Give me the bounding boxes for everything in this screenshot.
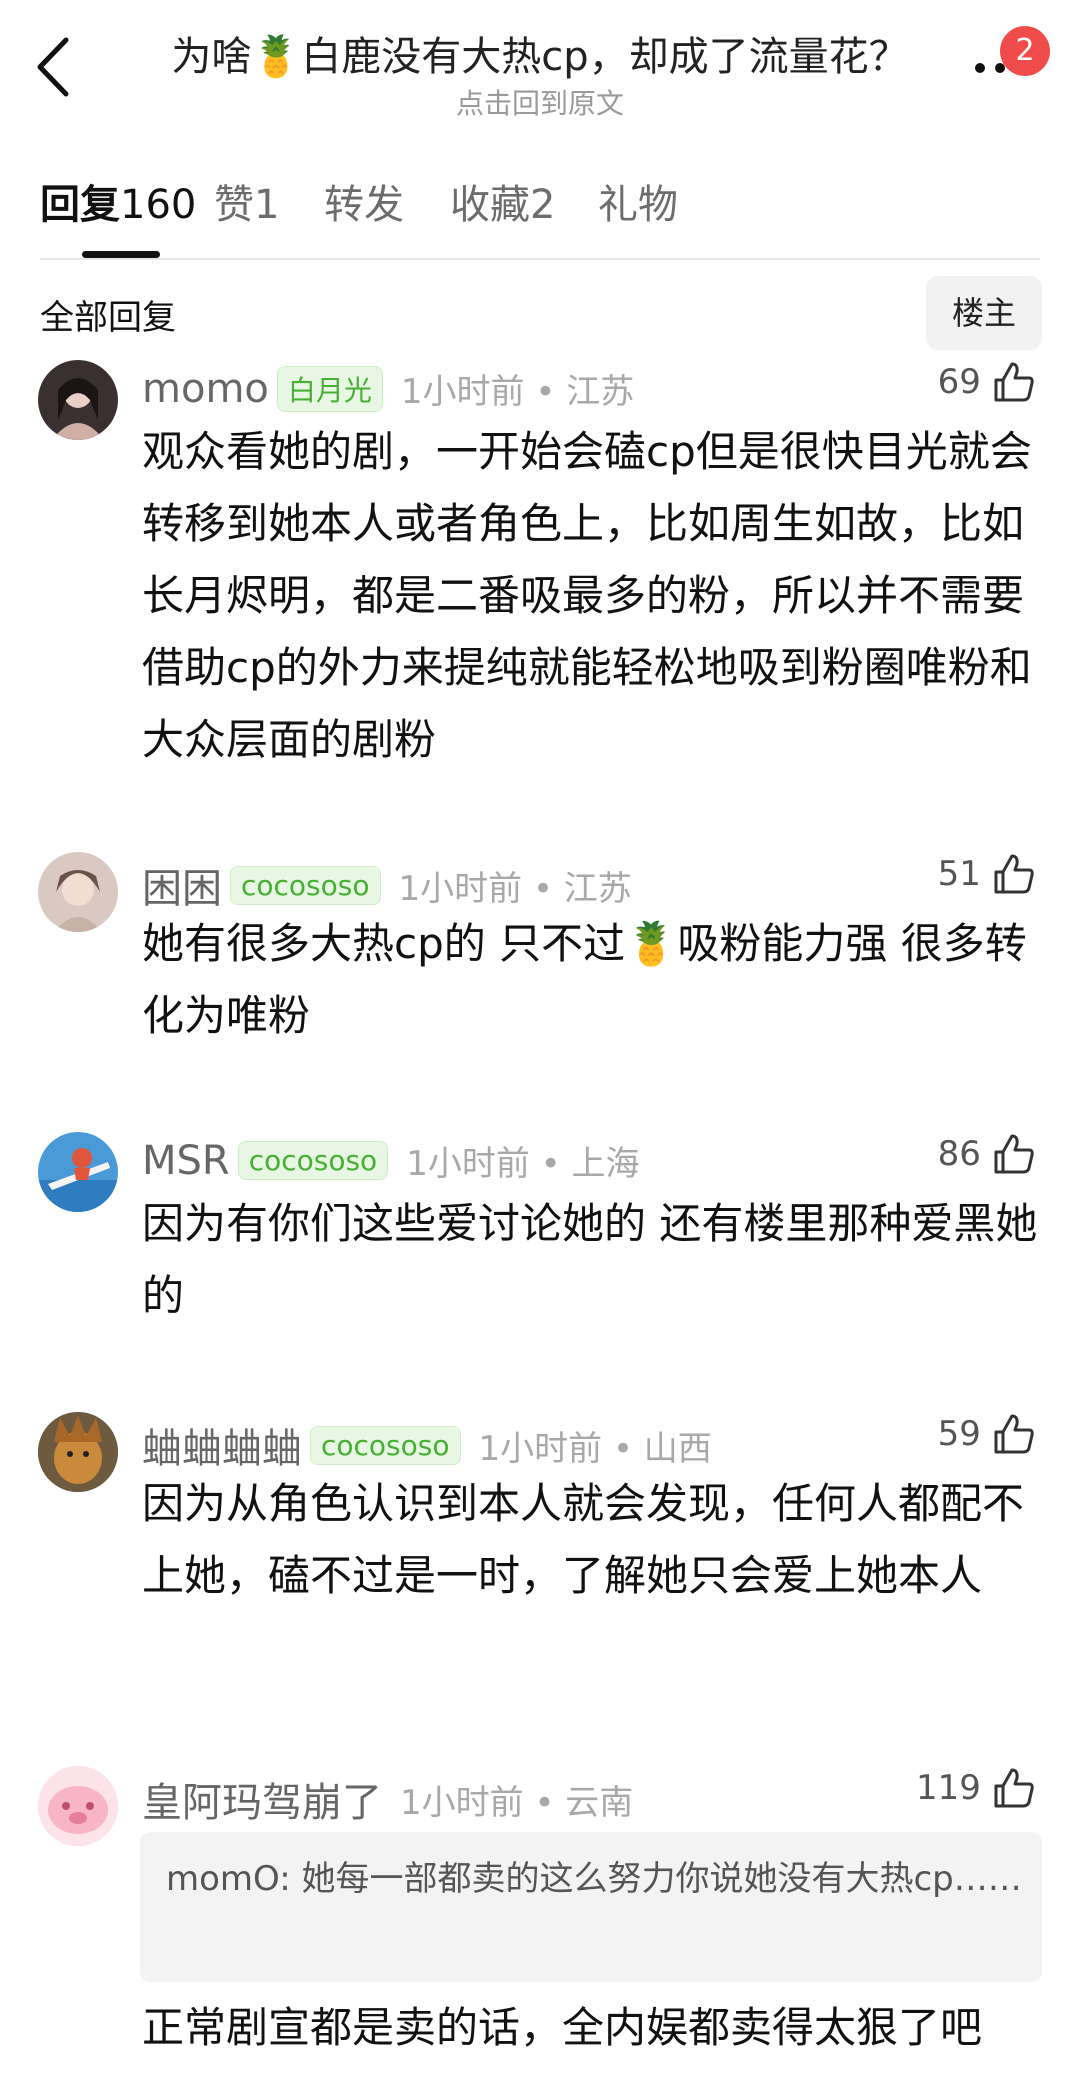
- comment-text: 因为从角色认识到本人就会发现，任何人都配不上她，磕不过是一时，了解她只会爱上她本…: [142, 1479, 1025, 1600]
- quoted-text: momO: 她每一部都卖的这么努力你说她没有大热cp……: [166, 1859, 1022, 1899]
- tab-reposts[interactable]: 转发: [324, 172, 404, 230]
- active-tab-indicator: [82, 251, 160, 258]
- like-count: 59: [937, 1414, 981, 1454]
- user-tag: cocososo: [237, 1141, 389, 1180]
- like-button[interactable]: 59: [938, 1412, 1036, 1462]
- tab-label: 收藏: [450, 182, 530, 228]
- post-title[interactable]: 为啥🍍白鹿没有大热cp，却成了流量花？: [140, 24, 940, 82]
- thumbs-up-icon: [994, 854, 1034, 894]
- tab-favorites[interactable]: 收藏2: [450, 172, 555, 230]
- username[interactable]: 蛐蛐蛐蛐: [142, 1416, 302, 1474]
- tab-replies[interactable]: 回复160: [40, 172, 196, 230]
- like-button[interactable]: 119: [916, 1766, 1036, 1816]
- like-button[interactable]: 69: [938, 360, 1036, 410]
- thumbs-up-icon: [994, 1134, 1034, 1174]
- user-tag: cocososo: [230, 865, 381, 905]
- tab-count: 160: [120, 182, 197, 228]
- comment-meta: 皇阿玛驾崩了 1小时前 • 云南: [142, 1770, 633, 1826]
- divider: [40, 258, 1040, 260]
- like-button[interactable]: 51: [938, 852, 1036, 902]
- comment-meta: 困困 cocososo 1小时前 • 江苏: [142, 856, 632, 912]
- tab-count: 1: [254, 182, 280, 228]
- avatar[interactable]: [38, 852, 118, 932]
- thumbs-up-icon: [994, 1768, 1034, 1808]
- avatar[interactable]: [38, 1412, 118, 1492]
- tab-count: 2: [530, 182, 556, 228]
- comment-text: 观众看她的剧，一开始会磕cp但是很快目光就会转移到她本人或者角色上，比如周生如故…: [142, 427, 1032, 764]
- timestamp-location: 1小时前 • 云南: [400, 1782, 634, 1823]
- tab-likes[interactable]: 赞1: [214, 172, 279, 230]
- username[interactable]: 皇阿玛驾崩了: [142, 1770, 382, 1828]
- thumbs-up-icon: [994, 1414, 1034, 1454]
- timestamp-location: 1小时前 • 上海: [406, 1144, 640, 1184]
- notification-badge: 2: [1000, 26, 1050, 76]
- back-arrow-icon[interactable]: [28, 32, 78, 102]
- avatar[interactable]: [38, 1132, 118, 1212]
- tab-label: 回复: [40, 182, 120, 228]
- quoted-comment[interactable]: momO: 她每一部都卖的这么努力你说她没有大热cp……: [140, 1832, 1042, 1982]
- comment-text: 她有很多大热cp的 只不过🍍吸粉能力强 很多转化为唯粉: [142, 919, 1027, 1040]
- username[interactable]: momo: [142, 366, 269, 412]
- tab-gifts[interactable]: 礼物: [598, 172, 678, 230]
- timestamp-location: 1小时前 • 江苏: [398, 868, 632, 909]
- user-tag: cocososo: [310, 1425, 461, 1465]
- comment-meta: 蛐蛐蛐蛐 cocososo 1小时前 • 山西: [142, 1416, 712, 1472]
- comment-text: 因为有你们这些爱讨论她的 还有楼里那种爱黑她的: [142, 1199, 1038, 1320]
- like-count: 69: [937, 362, 981, 402]
- comment-text: 正常剧宣都是卖的话，全内娱都卖得太狠了吧: [142, 2003, 983, 2052]
- owner-only-button[interactable]: 楼主: [926, 276, 1042, 350]
- like-button[interactable]: 86: [938, 1132, 1036, 1182]
- avatar[interactable]: [38, 360, 118, 440]
- timestamp-location: 1小时前 • 山西: [478, 1428, 712, 1469]
- top-bar: 为啥🍍白鹿没有大热cp，却成了流量花？ 点击回到原文 2: [0, 0, 1080, 140]
- back-to-post-link[interactable]: 点击回到原文: [140, 82, 940, 122]
- section-title: 全部回复: [40, 298, 176, 338]
- thumbs-up-icon: [994, 362, 1034, 402]
- timestamp-location: 1小时前 • 江苏: [400, 372, 635, 412]
- tab-label: 赞: [214, 182, 254, 228]
- tab-label: 礼物: [598, 182, 678, 228]
- like-count: 119: [916, 1768, 981, 1808]
- avatar[interactable]: [38, 1766, 118, 1846]
- tab-label: 转发: [324, 182, 404, 228]
- like-count: 86: [937, 1134, 981, 1174]
- user-tag: 白月光: [276, 365, 383, 412]
- comment-meta: MSR cocososo 1小时前 • 上海: [142, 1136, 640, 1186]
- like-count: 51: [937, 854, 981, 894]
- username[interactable]: MSR: [142, 1138, 230, 1184]
- comment-meta: momo 白月光 1小时前 • 江苏: [142, 364, 634, 414]
- username[interactable]: 困困: [142, 856, 222, 914]
